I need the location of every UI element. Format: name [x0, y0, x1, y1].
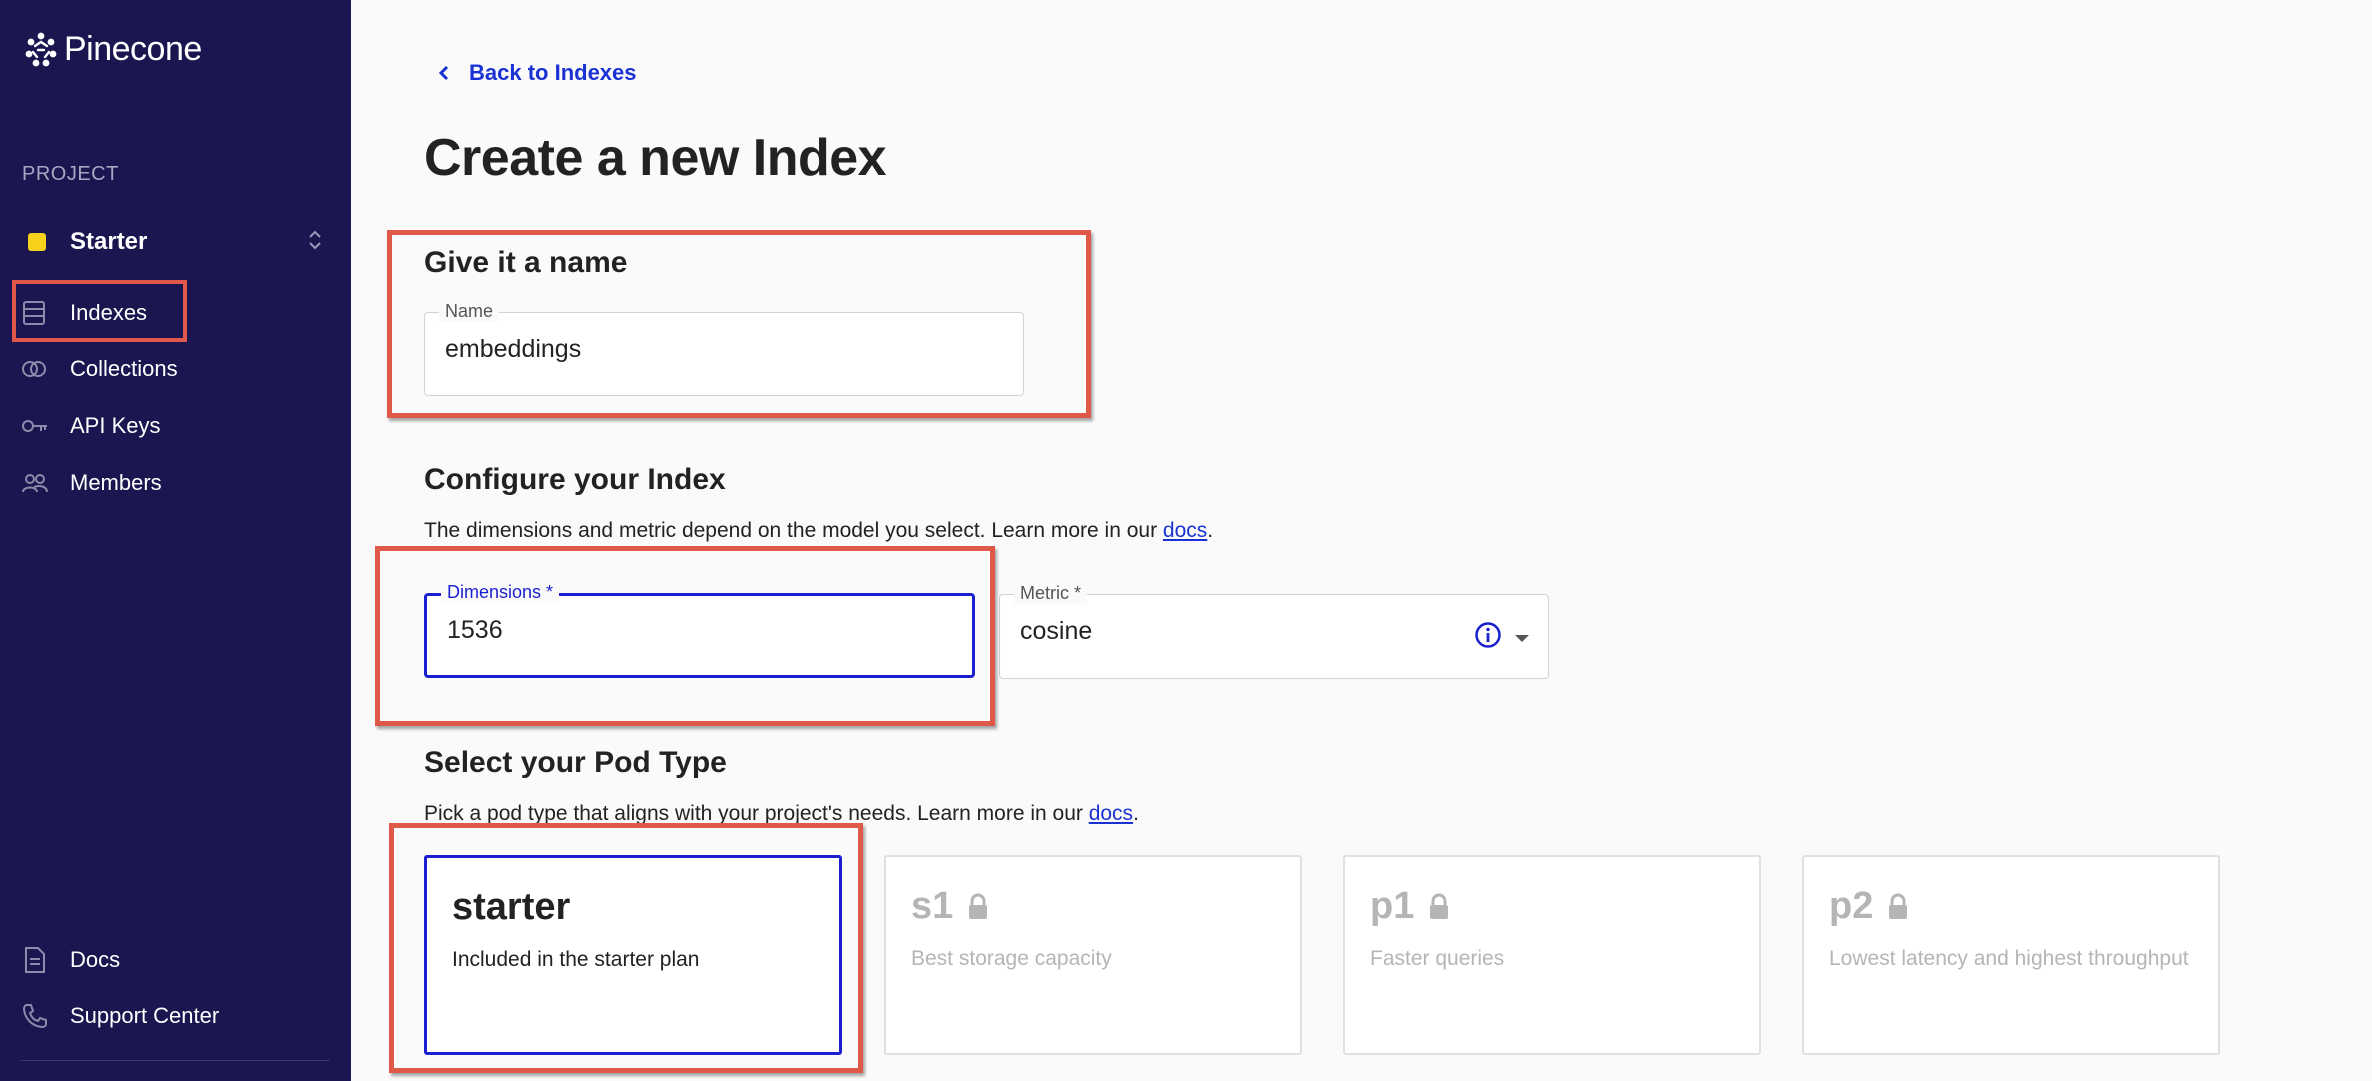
pod-name-text: p2 [1829, 885, 1874, 927]
members-icon [22, 474, 48, 493]
dimensions-field-value: 1536 [447, 616, 503, 644]
pod-name-text: starter [452, 886, 571, 928]
pod-description-text: Best storage capacity [911, 947, 1112, 970]
sidebar: Pinecone PROJECT Starter Indexes Collect… [0, 0, 351, 1081]
dimensions-field-label: Dimensions * [441, 582, 560, 603]
brand-name: Pinecone [64, 30, 202, 68]
pod-description: Pick a pod type that aligns with your pr… [424, 802, 1139, 826]
sidebar-item-support-center[interactable]: Support Center [20, 991, 320, 1041]
document-icon [25, 947, 45, 973]
name-field-value: embeddings [445, 335, 582, 363]
lock-icon [1889, 893, 1908, 919]
pod-name: starter [452, 886, 570, 929]
sidebar-item-collections[interactable]: Collections [20, 344, 320, 394]
sidebar-item-label: Support Center [70, 1003, 220, 1028]
sidebar-item-members[interactable]: Members [20, 458, 320, 508]
sidebar-item-indexes[interactable]: Indexes [20, 288, 320, 338]
pod-description-text: Faster queries [1370, 947, 1505, 970]
chevron-left-icon [438, 65, 449, 81]
config-description-text: The dimensions and metric depend on the … [424, 519, 1163, 542]
pinecone-logo-icon [25, 32, 57, 66]
pod-card-starter[interactable]: starter Included in the starter plan [424, 855, 842, 1055]
lock-icon [1430, 893, 1449, 919]
name-section-heading: Give it a name [424, 246, 628, 279]
name-field[interactable]: Name embeddings [424, 301, 1024, 396]
pod-docs-link[interactable]: docs [1089, 802, 1133, 825]
project-name: Starter [70, 228, 148, 255]
pod-name: s1 [911, 885, 989, 928]
sidebar-item-label: Collections [70, 356, 178, 381]
pod-description-text: Lowest latency and highest throughput [1829, 947, 2189, 970]
pod-name: p1 [1370, 885, 1450, 928]
sidebar-item-label: API Keys [70, 413, 161, 438]
phone-icon [22, 1004, 47, 1029]
project-selector[interactable]: Starter [22, 222, 322, 262]
metric-select[interactable]: Metric * cosine [999, 583, 1549, 679]
pod-card-p2[interactable]: p2 Lowest latency and highest throughput [1802, 855, 2220, 1055]
pod-description-text: Included in the starter plan [452, 948, 700, 971]
back-link-label: Back to Indexes [469, 60, 637, 85]
pod-name-text: p1 [1370, 885, 1415, 927]
sidebar-item-api-keys[interactable]: API Keys [20, 401, 320, 451]
name-field-label: Name [439, 301, 500, 322]
metric-select-value: cosine [1020, 617, 1093, 645]
lock-icon [969, 893, 988, 919]
project-section-label: PROJECT [22, 163, 119, 185]
sidebar-item-label: Members [70, 470, 162, 495]
config-description: The dimensions and metric depend on the … [424, 519, 1213, 543]
key-icon [22, 420, 47, 432]
pod-description-text: Pick a pod type that aligns with your pr… [424, 802, 1089, 825]
config-docs-link[interactable]: docs [1163, 519, 1207, 542]
config-description-period: . [1207, 519, 1214, 542]
config-section-heading: Configure your Index [424, 463, 726, 496]
table-icon [23, 301, 45, 325]
main-content: Back to Indexes Create a new Index Give … [351, 0, 2372, 1081]
sidebar-item-label: Docs [70, 947, 121, 972]
pod-description-period: . [1133, 802, 1139, 825]
pod-card-p1[interactable]: p1 Faster queries [1343, 855, 1761, 1055]
pod-section-heading: Select your Pod Type [424, 746, 727, 779]
dimensions-field[interactable]: Dimensions * 1536 [424, 582, 975, 678]
pod-name-text: s1 [911, 885, 954, 927]
page-title: Create a new Index [424, 129, 887, 187]
chevron-up-down-icon [308, 228, 322, 254]
dropdown-arrow-icon[interactable] [1514, 631, 1530, 649]
pinecone-logo[interactable]: Pinecone [24, 30, 202, 69]
project-color-swatch [28, 233, 46, 251]
metric-select-label: Metric * [1014, 583, 1088, 604]
info-icon[interactable] [1474, 621, 1502, 654]
sidebar-divider [20, 1060, 330, 1061]
sidebar-item-label: Indexes [70, 300, 148, 325]
pod-name: p2 [1829, 885, 1909, 928]
sidebar-item-docs[interactable]: Docs [20, 935, 320, 985]
collections-icon [22, 361, 46, 377]
back-to-indexes-link[interactable]: Back to Indexes [437, 60, 637, 86]
pod-card-s1[interactable]: s1 Best storage capacity [884, 855, 1302, 1055]
